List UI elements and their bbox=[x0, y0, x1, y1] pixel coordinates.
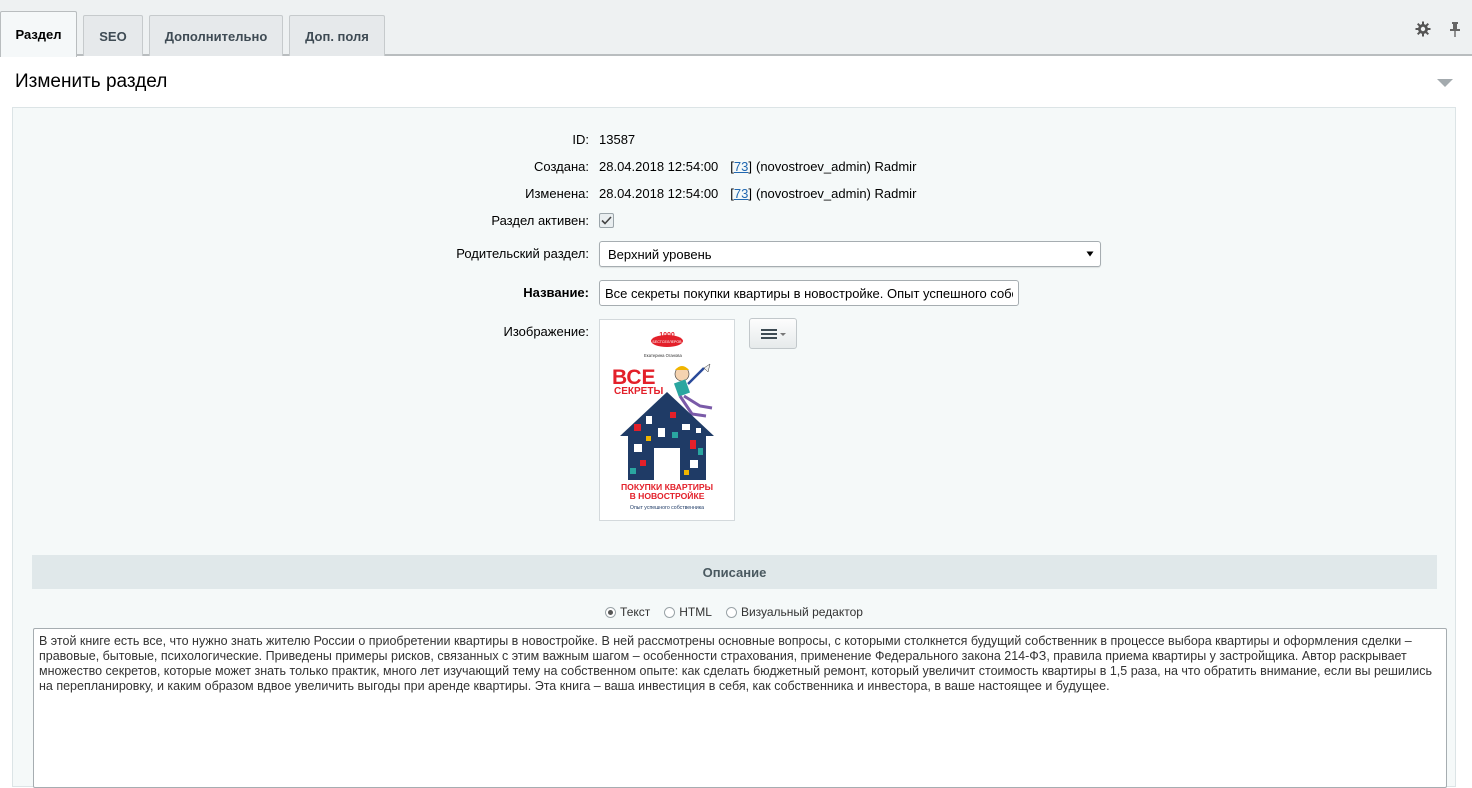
cover-badge: 1000 bbox=[659, 332, 675, 339]
mode-visual-editor[interactable]: Визуальный редактор bbox=[725, 605, 863, 619]
tab-tools bbox=[1414, 20, 1464, 38]
mode-text[interactable]: Текст bbox=[605, 605, 650, 619]
row-active: Раздел активен: bbox=[13, 207, 1455, 234]
book-cover-image: 1000 БЕСТСЕЛЛЕРОВ Екатерина Оганова ВСЕ … bbox=[599, 319, 735, 521]
id-value: 13587 bbox=[599, 132, 636, 147]
tab-section[interactable]: Раздел bbox=[0, 11, 77, 57]
tab-additional[interactable]: Дополнительно bbox=[149, 15, 283, 56]
description-mode-switch: Текст HTML Визуальный редактор bbox=[13, 605, 1455, 619]
modified-bracket-close: ] bbox=[748, 186, 752, 201]
created-value: 28.04.2018 12:54:00 [ 73 ] (novostroev_a… bbox=[599, 153, 916, 180]
tab-seo[interactable]: SEO bbox=[83, 15, 143, 56]
mode-visual-editor-radio[interactable] bbox=[725, 606, 737, 618]
pin-icon[interactable] bbox=[1446, 20, 1464, 38]
parent-section-select[interactable]: Верхний уровень bbox=[599, 241, 1101, 267]
image-label: Изображение: bbox=[503, 324, 589, 339]
book-cover-art: 1000 БЕСТСЕЛЛЕРОВ Екатерина Оганова ВСЕ … bbox=[600, 320, 734, 520]
tab-extra-fields[interactable]: Доп. поля bbox=[289, 15, 385, 56]
hamburger-menu-icon bbox=[761, 328, 786, 339]
active-label: Раздел активен: bbox=[491, 213, 589, 228]
mode-html-label: HTML bbox=[679, 605, 712, 619]
created-user-name: (novostroev_admin) Radmir bbox=[756, 159, 917, 174]
tab-bar: Раздел SEO Дополнительно Доп. поля bbox=[0, 0, 1472, 57]
description-textarea[interactable]: В этой книге есть все, что нужно знать ж… bbox=[33, 628, 1447, 788]
created-user-link[interactable]: 73 bbox=[734, 159, 748, 174]
id-label: ID: bbox=[572, 132, 589, 147]
mode-visual-editor-label: Визуальный редактор bbox=[740, 605, 863, 619]
mode-html[interactable]: HTML bbox=[664, 605, 712, 619]
modified-label: Изменена: bbox=[525, 186, 589, 201]
row-modified: Изменена: 28.04.2018 12:54:00 [ 73 ] (no… bbox=[13, 180, 1455, 207]
created-label: Создана: bbox=[534, 159, 589, 174]
created-bracket-close: ] bbox=[748, 159, 752, 174]
mode-text-label: Текст bbox=[620, 605, 651, 619]
active-value bbox=[599, 207, 614, 234]
image-menu-button[interactable] bbox=[749, 318, 797, 349]
cover-badge-sub: БЕСТСЕЛЛЕРОВ bbox=[652, 340, 682, 344]
row-created: Создана: 28.04.2018 12:54:00 [ 73 ] (nov… bbox=[13, 153, 1455, 180]
name-input[interactable] bbox=[599, 280, 1019, 306]
description-section-header: Описание bbox=[32, 555, 1437, 589]
page-title: Изменить раздел bbox=[15, 71, 168, 92]
row-id: ID: 13587 bbox=[13, 126, 1455, 153]
parent-section-value: Верхний уровень bbox=[608, 246, 712, 262]
triangle-down-icon[interactable] bbox=[1436, 77, 1454, 89]
modified-user-name: (novostroev_admin) Radmir bbox=[756, 186, 917, 201]
created-date: 28.04.2018 12:54:00 bbox=[599, 159, 719, 174]
content-area: Изменить раздел ID: 13587 Создана: 28.04… bbox=[0, 57, 1472, 788]
parent-label: Родительский раздел: bbox=[456, 246, 589, 261]
checkmark-icon bbox=[601, 216, 612, 225]
active-checkbox[interactable] bbox=[599, 213, 614, 228]
cover-title-bottom-2: В НОВОСТРОЙКЕ bbox=[630, 490, 705, 501]
name-label: Название: bbox=[523, 285, 589, 300]
gear-icon[interactable] bbox=[1414, 20, 1432, 38]
modified-user-link[interactable]: 73 bbox=[734, 186, 748, 201]
chevron-down-icon bbox=[1086, 251, 1094, 257]
cover-author: Екатерина Оганова bbox=[644, 353, 682, 358]
cover-subtitle: Опыт успешного собственника bbox=[630, 505, 704, 511]
modified-date: 28.04.2018 12:54:00 bbox=[599, 186, 719, 201]
mode-html-radio[interactable] bbox=[664, 606, 676, 618]
cover-title-mid: СЕКРЕТЫ bbox=[614, 386, 663, 397]
edit-form-panel: ID: 13587 Создана: 28.04.2018 12:54:00 [… bbox=[12, 107, 1456, 788]
modified-value: 28.04.2018 12:54:00 [ 73 ] (novostroev_a… bbox=[599, 180, 916, 207]
mode-text-radio[interactable] bbox=[605, 606, 617, 618]
